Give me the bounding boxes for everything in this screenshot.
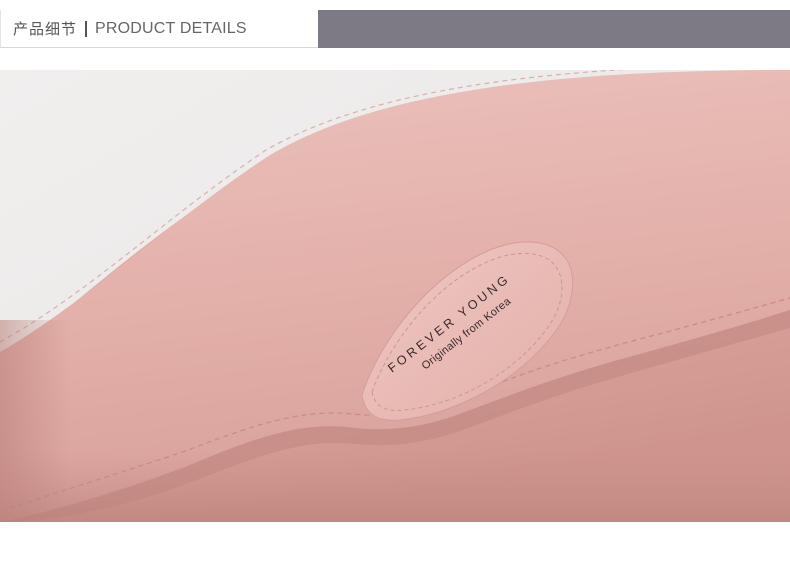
bottom-shadow [0,450,790,522]
section-header: 产品细节 PRODUCT DETAILS [0,0,790,48]
product-photo: FOREVER YOUNG Originally from Korea [0,70,790,522]
header-accent-bar [318,10,790,48]
wallet-illustration: FOREVER YOUNG Originally from Korea [0,70,790,522]
section-header-label: 产品细节 PRODUCT DETAILS [0,10,318,48]
section-title-cn: 产品细节 [13,20,78,38]
section-title-en: PRODUCT DETAILS [95,19,247,37]
title-separator [85,20,88,37]
